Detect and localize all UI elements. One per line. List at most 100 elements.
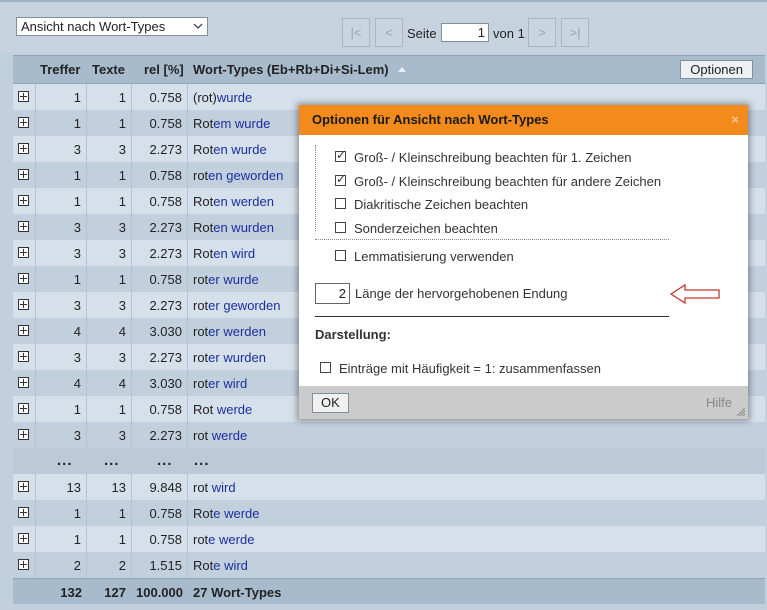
col-header-wort-types[interactable]: Wort-Types (Eb+Rb+Di+Si-Lem) xyxy=(193,62,389,77)
col-header-rel[interactable]: rel [%] xyxy=(144,62,184,77)
cell-rel: 9.848 xyxy=(149,480,182,495)
col-separator xyxy=(187,500,188,526)
expand-icon[interactable] xyxy=(18,377,29,388)
cell-wort-type[interactable]: Roten werden xyxy=(193,194,274,209)
cell-wort-type[interactable]: rote werde xyxy=(193,532,254,547)
expand-icon[interactable] xyxy=(18,91,29,102)
wort-type-ending: e wird xyxy=(213,558,248,573)
expand-icon[interactable] xyxy=(18,481,29,492)
ellipsis-rel: ... xyxy=(157,452,173,469)
col-separator xyxy=(187,240,188,266)
next-page-button[interactable]: > xyxy=(528,18,556,47)
option-checkbox[interactable] xyxy=(335,250,346,261)
cell-wort-type[interactable]: Roten wird xyxy=(193,246,255,261)
col-header-treffer[interactable]: Treffer xyxy=(40,62,80,77)
col-separator xyxy=(131,344,132,370)
wort-type-stem: Rot xyxy=(193,558,214,573)
view-select-value: Ansicht nach Wort-Types xyxy=(21,19,166,34)
last-page-button[interactable]: >| xyxy=(561,18,589,47)
expand-icon[interactable] xyxy=(18,117,29,128)
cell-wort-type[interactable]: roter wird xyxy=(193,376,247,391)
prev-page-button[interactable]: < xyxy=(375,18,403,47)
col-separator xyxy=(187,84,188,110)
expand-icon[interactable] xyxy=(18,507,29,518)
cell-rel: 2.273 xyxy=(149,246,182,261)
expand-icon[interactable] xyxy=(18,273,29,284)
ok-button[interactable]: OK xyxy=(312,393,349,413)
cell-wort-type[interactable]: roter geworden xyxy=(193,298,280,313)
wort-type-ending: er geworden xyxy=(208,298,281,313)
cell-wort-type[interactable]: roten geworden xyxy=(193,168,283,183)
cell-rel: 3.030 xyxy=(149,376,182,391)
col-separator xyxy=(35,396,36,422)
option-checkbox[interactable] xyxy=(335,222,346,233)
col-separator xyxy=(86,370,87,396)
cell-wort-type[interactable]: Rotem wurde xyxy=(193,116,270,131)
ending-length-input[interactable]: 2 xyxy=(315,283,350,304)
cell-wort-type[interactable]: roter wurde xyxy=(193,272,259,287)
wort-type-stem: rot xyxy=(193,532,209,547)
col-separator xyxy=(35,240,36,266)
cell-treffer: 4 xyxy=(73,376,81,391)
expand-icon[interactable] xyxy=(18,143,29,154)
cell-wort-type[interactable]: rot wird xyxy=(193,480,236,495)
sort-ascending-icon xyxy=(398,67,406,72)
cell-wort-type[interactable]: Roten wurde xyxy=(193,142,267,157)
expand-icon[interactable] xyxy=(18,533,29,544)
cell-treffer: 3 xyxy=(73,428,81,443)
col-separator xyxy=(35,214,36,240)
col-separator xyxy=(131,110,132,136)
col-separator xyxy=(131,526,132,552)
option-checkbox[interactable] xyxy=(335,148,346,162)
expand-icon[interactable] xyxy=(18,325,29,336)
cell-wort-type[interactable]: Rot werde xyxy=(193,402,252,417)
close-icon[interactable]: × xyxy=(731,105,739,135)
option-checkbox[interactable] xyxy=(335,198,346,209)
col-separator xyxy=(86,188,87,214)
wort-type-stem: rot xyxy=(193,376,209,391)
expand-icon[interactable] xyxy=(18,195,29,206)
options-button[interactable]: Optionen xyxy=(680,60,753,79)
cell-wort-type[interactable]: Rote werde xyxy=(193,506,259,521)
wort-type-ending: e werde xyxy=(213,506,260,521)
col-separator xyxy=(187,396,188,422)
resize-grip-icon[interactable] xyxy=(737,408,745,416)
col-header-texte[interactable]: Texte xyxy=(92,62,125,77)
dialog-titlebar[interactable]: Optionen für Ansicht nach Wort-Types × xyxy=(299,105,748,135)
first-page-button[interactable]: |< xyxy=(342,18,370,47)
cell-treffer: 1 xyxy=(73,90,81,105)
col-separator xyxy=(187,344,188,370)
col-separator xyxy=(187,266,188,292)
cell-rel: 2.273 xyxy=(149,142,182,157)
view-select[interactable]: Ansicht nach Wort-Types xyxy=(16,17,208,36)
cell-wort-type[interactable]: roter werden xyxy=(193,324,266,339)
option-checkbox[interactable] xyxy=(335,172,346,186)
col-separator xyxy=(35,370,36,396)
expand-icon[interactable] xyxy=(18,351,29,362)
expand-icon[interactable] xyxy=(18,299,29,310)
expand-icon[interactable] xyxy=(18,221,29,232)
cell-wort-type[interactable]: rot werde xyxy=(193,428,247,443)
expand-icon[interactable] xyxy=(18,429,29,440)
expand-icon[interactable] xyxy=(18,559,29,570)
cell-wort-type[interactable]: roter wurden xyxy=(193,350,266,365)
ellipsis-wort: ... xyxy=(194,452,210,469)
cell-texte: 1 xyxy=(118,90,126,105)
cell-wort-type[interactable]: Roten wurden xyxy=(193,220,274,235)
cell-treffer: 3 xyxy=(73,350,81,365)
expand-icon[interactable] xyxy=(18,403,29,414)
help-link[interactable]: Hilfe xyxy=(706,395,732,410)
total-rel: 100.000 xyxy=(136,585,183,600)
cell-wort-type[interactable]: (rot)wurde xyxy=(193,90,252,105)
merge-checkbox[interactable] xyxy=(320,362,331,373)
cell-rel: 0.758 xyxy=(149,116,182,131)
cell-wort-type[interactable]: Rote wird xyxy=(193,558,248,573)
ellipsis-row: ... ... ... ... xyxy=(13,448,765,474)
wort-type-stem: rot xyxy=(193,324,209,339)
wort-type-stem: rot xyxy=(193,272,209,287)
expand-icon[interactable] xyxy=(18,247,29,258)
page-input[interactable]: 1 xyxy=(441,23,489,42)
expand-icon[interactable] xyxy=(18,169,29,180)
wort-type-ending: er wurde xyxy=(208,272,259,287)
cell-treffer: 1 xyxy=(73,272,81,287)
